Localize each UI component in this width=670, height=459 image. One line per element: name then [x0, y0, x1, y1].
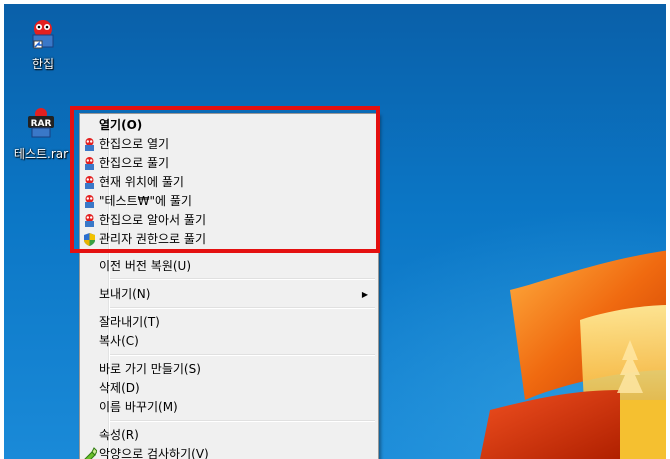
- menu-item-label: 복사(C): [99, 334, 139, 348]
- menu-item-admin-extract[interactable]: 관리자 권한으로 풀기: [82, 230, 376, 249]
- menu-item-rename[interactable]: 이름 바꾸기(M): [82, 398, 376, 417]
- menu-item-label: 삭제(D): [99, 381, 140, 395]
- uac-shield-icon: [84, 233, 95, 246]
- menu-item-delete[interactable]: 삭제(D): [82, 379, 376, 398]
- menu-item-label: 이전 버전 복원(U): [99, 259, 192, 273]
- hanzip-icon: [85, 138, 94, 151]
- menu-separator: [110, 354, 375, 356]
- menu-item-create-shortcut[interactable]: 바로 가기 만들기(S): [82, 360, 376, 379]
- desktop-icon-test-rar[interactable]: RAR 테스트.rar: [11, 107, 71, 162]
- menu-item-restore-previous[interactable]: 이전 버전 복원(U): [82, 257, 376, 276]
- menu-item-label: 보내기(N): [99, 287, 151, 301]
- screenshot-border-left: [0, 0, 4, 459]
- menu-item-label: 한집으로 풀기: [99, 156, 170, 170]
- menu-item-label: "테스트₩"에 풀기: [99, 194, 192, 208]
- menu-item-label: 악양으로 검사하기(V): [99, 447, 209, 459]
- desktop-icon-hanzip[interactable]: 한집: [13, 17, 73, 72]
- menu-item-send-to[interactable]: 보내기(N) ▶: [82, 285, 376, 304]
- menu-item-label: 속성(R): [99, 428, 139, 442]
- hanzip-app-icon: [32, 20, 54, 49]
- screenshot-border-right: [666, 0, 670, 459]
- menu-item-label: 바로 가기 만들기(S): [99, 362, 201, 376]
- antivirus-scan-icon: [84, 447, 97, 459]
- hanzip-icon: [85, 214, 94, 227]
- menu-separator: [110, 251, 375, 253]
- menu-item-open[interactable]: 열기(O): [82, 116, 376, 135]
- menu-item-properties[interactable]: 속성(R): [82, 426, 376, 445]
- menu-item-smart-extract[interactable]: 한집으로 알아서 풀기: [82, 211, 376, 230]
- menu-item-scan[interactable]: 악양으로 검사하기(V): [82, 445, 376, 459]
- hanzip-icon: [85, 176, 94, 189]
- menu-item-label: 관리자 권한으로 풀기: [99, 232, 206, 246]
- menu-item-extract-to-folder[interactable]: "테스트₩"에 풀기: [82, 192, 376, 211]
- menu-item-extract-here[interactable]: 현재 위치에 풀기: [82, 173, 376, 192]
- menu-item-label: 한집으로 알아서 풀기: [99, 213, 206, 227]
- rar-archive-icon: RAR: [28, 108, 54, 138]
- menu-item-cut[interactable]: 잘라내기(T): [82, 313, 376, 332]
- desktop-icon-label: 테스트.rar: [13, 147, 69, 161]
- menu-item-label: 한집으로 열기: [99, 137, 170, 151]
- menu-item-label: 현재 위치에 풀기: [99, 175, 184, 189]
- desktop: 한집 RAR 테스트.rar 열기(O) 한집으로 열기 한집으로 풀기 현재 …: [0, 0, 670, 459]
- hanzip-icon: [85, 195, 94, 208]
- screenshot-border-top: [0, 0, 670, 4]
- context-menu: 열기(O) 한집으로 열기 한집으로 풀기 현재 위치에 풀기 "테스트₩"에 …: [79, 113, 379, 459]
- menu-item-copy[interactable]: 복사(C): [82, 332, 376, 351]
- menu-item-hanzip-extract[interactable]: 한집으로 풀기: [82, 154, 376, 173]
- desktop-icon-label: 한집: [31, 57, 55, 71]
- hanzip-icon: [85, 157, 94, 170]
- menu-item-hanzip-open[interactable]: 한집으로 열기: [82, 135, 376, 154]
- menu-separator: [110, 420, 375, 422]
- menu-item-label: 열기(O): [99, 118, 143, 132]
- submenu-arrow-icon: ▶: [361, 290, 368, 299]
- menu-separator: [110, 278, 375, 280]
- menu-item-label: 이름 바꾸기(M): [99, 400, 178, 414]
- windows-logo-wallpaper: [480, 250, 670, 459]
- menu-separator: [110, 307, 375, 309]
- menu-item-label: 잘라내기(T): [99, 315, 160, 329]
